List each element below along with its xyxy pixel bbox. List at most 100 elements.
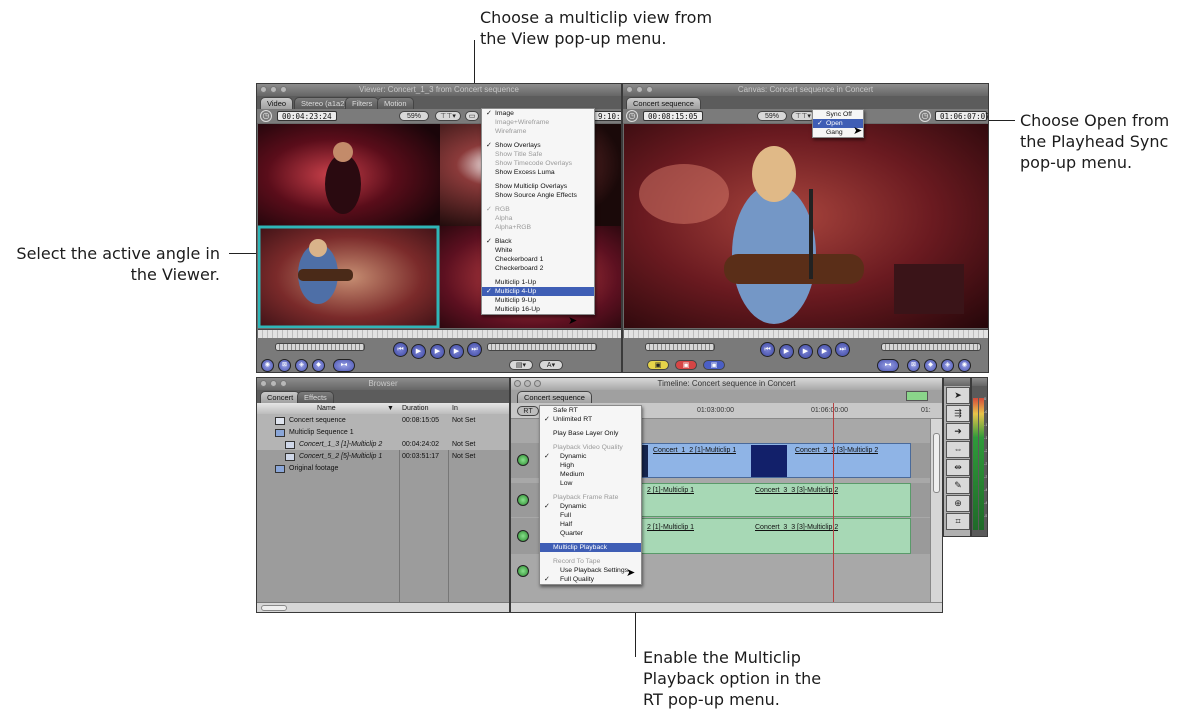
- menu-item[interactable]: Quarter: [540, 529, 641, 538]
- menu-item[interactable]: Play Base Layer Only: [540, 429, 641, 438]
- next-edit-button[interactable]: ⏭: [467, 342, 482, 357]
- menu-item[interactable]: Safe RT: [540, 406, 641, 415]
- menu-item[interactable]: Checkerboard 1: [482, 255, 594, 264]
- rt-popup-button[interactable]: RT: [517, 406, 539, 416]
- menu-item[interactable]: ✓ Image: [482, 109, 594, 118]
- match-frame-button[interactable]: ◉: [261, 359, 274, 372]
- insert-edit-button[interactable]: ▣: [647, 360, 669, 370]
- canvas-video-frame[interactable]: [624, 124, 988, 328]
- browser-scrollbar[interactable]: [257, 602, 509, 612]
- prev-edit-button[interactable]: ⏮: [760, 342, 775, 357]
- menu-item[interactable]: Show Multiclip Overlays: [482, 182, 594, 191]
- menu-item[interactable]: ✓ Multiclip 4-Up: [482, 287, 594, 296]
- slip-tool-icon[interactable]: ⇹: [946, 459, 970, 476]
- crop-tool-icon[interactable]: ⌗: [946, 513, 970, 530]
- list-item[interactable]: Concert_5_2 [5]-Multiclip 1 00:03:51:17 No…: [257, 452, 509, 462]
- roll-tool-icon[interactable]: ⇔: [946, 441, 970, 458]
- window-controls[interactable]: [514, 380, 541, 387]
- jog-control[interactable]: [881, 343, 981, 351]
- prev-edit-button[interactable]: ⏮: [393, 342, 408, 357]
- clip[interactable]: 2 [1]-Multiclip 1 Concert_3_3 [3]-Multic…: [641, 483, 911, 517]
- zoom-slider[interactable]: [906, 391, 928, 401]
- column-in[interactable]: In: [452, 403, 458, 414]
- menu-item[interactable]: Half: [540, 520, 641, 529]
- mark-in-out-button[interactable]: ▸◂: [877, 359, 899, 372]
- overwrite-edit-button[interactable]: ▣: [675, 360, 697, 370]
- recent-clips-popup[interactable]: ▤▾: [509, 360, 533, 370]
- menu-item[interactable]: Sync Off: [813, 110, 863, 119]
- menu-item[interactable]: Multiclip 1-Up: [482, 278, 594, 287]
- tab-motion[interactable]: Motion: [377, 97, 414, 109]
- menu-item[interactable]: Full: [540, 511, 641, 520]
- menu-item[interactable]: Show Excess Luma: [482, 168, 594, 177]
- play-around-button[interactable]: ▶: [817, 344, 832, 359]
- mark-clip-button[interactable]: ⊠: [278, 359, 291, 372]
- play-around-button[interactable]: ▶: [449, 344, 464, 359]
- menu-item[interactable]: White: [482, 246, 594, 255]
- menu-item[interactable]: Checkerboard 2: [482, 264, 594, 273]
- zoom-popup[interactable]: 59%: [399, 111, 429, 121]
- track-select-tool-icon[interactable]: ➜: [946, 423, 970, 440]
- menu-item[interactable]: Medium: [540, 470, 641, 479]
- menu-item[interactable]: Low: [540, 479, 641, 488]
- menu-item[interactable]: ✓ Unlimited RT: [540, 415, 641, 424]
- add-marker-button[interactable]: ◆: [924, 359, 937, 372]
- view-popup-button[interactable]: ⊤⊤▾: [435, 111, 461, 121]
- clip[interactable]: Concert_1_2 [1]-Multiclip 1 Concert_3_3 …: [641, 443, 911, 478]
- play-in-to-out-button[interactable]: ▶: [411, 344, 426, 359]
- menu-item[interactable]: Show Source Angle Effects: [482, 191, 594, 200]
- next-edit-button[interactable]: ⏭: [835, 342, 850, 357]
- list-item[interactable]: Concert sequence 00:08:15:05 Not Set: [257, 416, 509, 426]
- viewer-scrubber[interactable]: [258, 329, 621, 338]
- shuttle-control[interactable]: [645, 343, 715, 351]
- menu-item[interactable]: ✓ Show Overlays: [482, 141, 594, 150]
- list-item[interactable]: Multiclip Sequence 1: [257, 428, 509, 438]
- window-controls[interactable]: [260, 380, 287, 387]
- canvas-duration-timecode[interactable]: 00:08:15:05: [643, 111, 703, 121]
- add-keyframe-button[interactable]: ◈: [941, 359, 954, 372]
- zoom-popup[interactable]: 59%: [757, 111, 787, 121]
- track-visibility-toggle[interactable]: [517, 565, 529, 577]
- play-button[interactable]: ▶: [798, 344, 813, 359]
- tab-concert-sequence[interactable]: Concert sequence: [626, 97, 701, 109]
- add-keyframe-button[interactable]: ◈: [295, 359, 308, 372]
- track-visibility-toggle[interactable]: [517, 530, 529, 542]
- menu-item[interactable]: Multiclip 16-Up: [482, 305, 594, 314]
- tab-effects[interactable]: Effects: [297, 391, 334, 403]
- timeline-scrollbar-horizontal[interactable]: [511, 602, 942, 612]
- track-visibility-toggle[interactable]: [517, 454, 529, 466]
- tab-filters[interactable]: Filters: [345, 97, 380, 109]
- canvas-current-timecode[interactable]: 01:06:07:07: [935, 111, 988, 121]
- replace-edit-button[interactable]: ▣: [703, 360, 725, 370]
- menu-item[interactable]: Multiclip 9-Up: [482, 296, 594, 305]
- canvas-scrubber[interactable]: [624, 329, 988, 338]
- tab-concert[interactable]: Concert: [260, 391, 301, 403]
- jog-control[interactable]: [487, 343, 597, 351]
- mark-clip-button[interactable]: ⊠: [907, 359, 920, 372]
- menu-item[interactable]: ✓ Black: [482, 237, 594, 246]
- menu-item[interactable]: Multiclip Playback: [540, 543, 641, 552]
- clip[interactable]: 2 [1]-Multiclip 1 Concert_3_3 [3]-Multic…: [641, 518, 911, 554]
- generator-popup[interactable]: A▾: [539, 360, 563, 370]
- menu-item[interactable]: High: [540, 461, 641, 470]
- shuttle-control[interactable]: [275, 343, 365, 351]
- menu-item[interactable]: ✓ Dynamic: [540, 452, 641, 461]
- window-controls[interactable]: [260, 86, 287, 93]
- column-name[interactable]: Name: [317, 403, 336, 414]
- list-item[interactable]: Original footage: [257, 464, 509, 474]
- edit-select-tool-icon[interactable]: ⇶: [946, 405, 970, 422]
- mark-in-out-button[interactable]: ▸◂: [333, 359, 355, 372]
- viewer-current-timecode[interactable]: 9:10:04: [593, 111, 621, 121]
- column-duration[interactable]: Duration: [402, 403, 428, 414]
- match-frame-button[interactable]: ◉: [958, 359, 971, 372]
- razor-tool-icon[interactable]: ✎: [946, 477, 970, 494]
- menu-item[interactable]: ✓ Dynamic: [540, 502, 641, 511]
- viewer-duration-timecode[interactable]: 00:04:23:24: [277, 111, 337, 121]
- list-item[interactable]: Concert_1_3 [1]-Multiclip 2 00:04:24:02 No…: [257, 440, 509, 450]
- selection-tool-icon[interactable]: ➤: [946, 387, 970, 404]
- view-mode-popup[interactable]: ▭: [465, 111, 479, 121]
- window-controls[interactable]: [626, 86, 653, 93]
- timeline-scrollbar-vertical[interactable]: [930, 419, 942, 602]
- tab-concert-sequence[interactable]: Concert sequence: [517, 391, 592, 403]
- tab-video[interactable]: Video: [260, 97, 294, 109]
